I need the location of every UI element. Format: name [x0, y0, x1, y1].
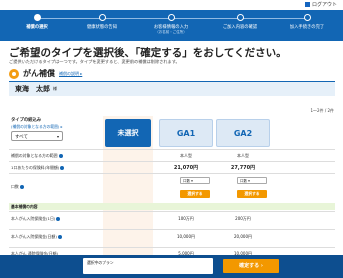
step-label: ご加入内容の確認 — [222, 25, 258, 30]
step-5: 加入手続きの完了 — [272, 14, 342, 30]
logout-link[interactable]: ログアウト — [304, 1, 337, 8]
table-row: 口数 口数 ▾ 口数 ▾ 選択する 選択する — [9, 173, 335, 202]
step-sublabel: （お名前・ご住所） — [155, 30, 187, 34]
product-description-link[interactable]: 補償の説明 ▸ — [59, 71, 82, 77]
premium-ga2: 27,770円 — [230, 165, 256, 171]
plan-header-ga2: GA2 — [216, 119, 270, 147]
cell-ga1: 10,000円 — [177, 234, 195, 239]
type-filter-select[interactable]: すべて ▾ — [11, 131, 63, 141]
units-select-ga1[interactable]: 口数 ▾ — [180, 177, 210, 184]
progress-steps: 補償の選択 健康状態の告知 お客様情報の入力 （お名前・ご住所） ご加入内容の確… — [0, 10, 343, 41]
row-label: 1口あたりの保険料(年間額) — [11, 165, 65, 171]
premium-ga1: 21,070円 — [173, 165, 199, 171]
product-name: がん補償 — [23, 69, 55, 78]
step-2: 健康状態の告知 — [67, 14, 137, 30]
step-dot — [167, 14, 175, 21]
row-label: 本人がん入院保険金(1日) — [11, 216, 61, 222]
row-label: 口数 — [11, 184, 24, 190]
step-1: 補償の選択 — [2, 14, 72, 30]
step-label: 補償の選択 — [26, 25, 48, 30]
step-4: ご加入内容の確認 — [205, 14, 275, 30]
choose-button-ga2[interactable]: 選択する — [237, 190, 267, 198]
page-title: ご希望のタイプを選択後、「確定する」をおしてください。 — [9, 47, 287, 59]
step-dot — [236, 14, 244, 21]
step-dot — [303, 14, 311, 21]
step-3: お客様情報の入力 （お名前・ご住所） — [136, 14, 206, 34]
filter-scope-link[interactable]: (補償の対象となる方の範囲) ▸ — [11, 124, 63, 130]
insured-suffix: 様 — [53, 86, 57, 91]
page-subtitle: ご提供いただけるタイプは一つです。タイプを変更すると、変更前の補償は削除されます… — [9, 59, 180, 64]
table-row: 本人がん入院保険金(1日) 100万円 200万円 — [9, 211, 335, 223]
confirm-button[interactable]: 確定する › — [223, 259, 279, 273]
plan-header-ga1: GA1 — [159, 119, 213, 147]
cell-ga1: 100万円 — [178, 216, 194, 221]
row-label: 補償の対象となる方の範囲 — [11, 153, 63, 159]
step-label: 健康状態の告知 — [86, 25, 118, 30]
product-header: がん補償 補償の説明 ▸ — [9, 68, 82, 79]
step-dot — [98, 14, 106, 21]
table-row: 1口あたりの保険料(年間額) 21,070円 27,770円 — [9, 161, 335, 172]
chevron-right-icon: › — [260, 263, 263, 269]
footer-bar: 選択中のプラン 確定する › — [0, 255, 343, 278]
units-select-ga2[interactable]: 口数 ▾ — [237, 177, 267, 184]
step-dot-active — [33, 14, 41, 21]
logout-icon — [304, 2, 310, 7]
section-header: 基本補償の内容 — [9, 203, 335, 210]
product-icon — [9, 68, 19, 79]
info-icon[interactable] — [58, 154, 63, 158]
insured-name: 東海 太郎 — [15, 85, 50, 93]
row-label: 本人がん入院保険金(日額) — [11, 234, 62, 240]
current-plan-label: 選択中のプラン — [87, 260, 114, 265]
insured-name-bar: 東海 太郎 様 — [9, 81, 335, 96]
table-row: 補償の対象となる方の範囲 本人型 本人型 — [9, 149, 335, 160]
step-label: 加入手続きの完了 — [289, 25, 325, 30]
cell-ga1: 本人型 — [180, 153, 192, 158]
cell-ga2: 20,000円 — [234, 234, 252, 239]
filter-label: タイプの絞込み — [11, 118, 42, 123]
info-icon[interactable] — [57, 235, 62, 239]
cell-ga2: 200万円 — [235, 216, 251, 221]
top-bar: ログアウト — [0, 0, 343, 10]
logout-label: ログアウト — [311, 2, 337, 8]
info-icon[interactable] — [60, 166, 65, 170]
current-plan-box: 選択中のプラン — [83, 258, 213, 274]
table-row: 本人がん 通院保険金(日額) 5,000円 10,000円 — [9, 247, 335, 256]
info-icon[interactable] — [56, 217, 61, 221]
info-icon[interactable] — [19, 185, 24, 189]
choose-button-ga1[interactable]: 選択する — [180, 190, 210, 198]
chevron-down-icon: ▾ — [56, 134, 59, 139]
type-filter-value: すべて — [15, 135, 29, 140]
table-row: 本人がん入院保険金(日額) 10,000円 20,000円 — [9, 229, 335, 241]
cell-ga2: 本人型 — [237, 153, 249, 158]
unselected-header[interactable]: 未選択 — [105, 119, 151, 147]
result-count: 1～2件 / 2件 — [310, 108, 334, 113]
